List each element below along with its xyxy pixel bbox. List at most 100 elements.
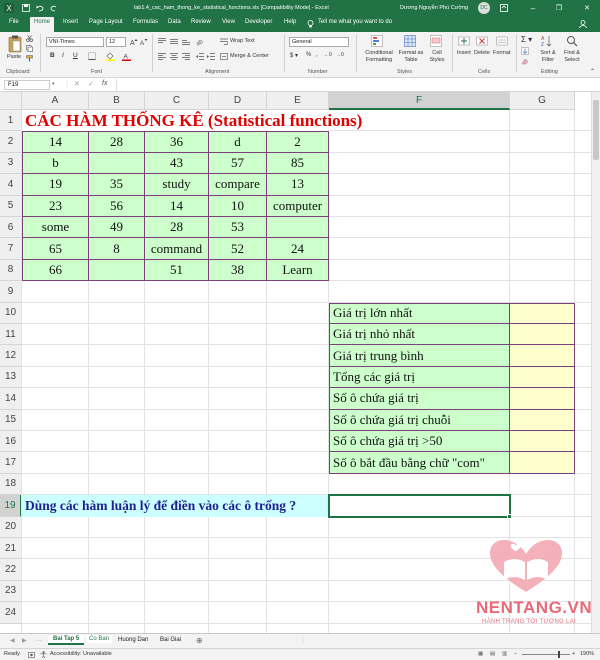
macro-record-icon[interactable]	[28, 652, 35, 658]
decrease-decimal-icon[interactable]: →0	[336, 52, 344, 58]
data-cell[interactable]	[267, 217, 329, 239]
row-header-11[interactable]: 11	[0, 324, 22, 346]
data-cell[interactable]: 43	[145, 152, 209, 175]
sort-filter-button[interactable]: Sort & Filter	[537, 50, 559, 64]
cut-icon[interactable]	[26, 35, 33, 42]
select-all-corner[interactable]	[0, 92, 22, 110]
format-button[interactable]: Format	[493, 50, 510, 56]
data-cell[interactable]: 8	[89, 238, 145, 260]
data-cell[interactable]: 13	[267, 174, 329, 196]
tab-help[interactable]: Help	[284, 19, 296, 25]
tab-page-layout[interactable]: Page Layout	[89, 19, 123, 25]
stat-answer-cell[interactable]	[510, 324, 575, 346]
sheet-tab-co-ban[interactable]: Co Ban	[86, 635, 113, 643]
minimize-button[interactable]: –	[522, 0, 544, 16]
align-bottom-icon[interactable]	[182, 38, 190, 45]
data-cell[interactable]: 51	[145, 259, 209, 282]
format-as-table-button[interactable]: Format as Table	[397, 50, 425, 64]
column-header-d[interactable]: D	[209, 92, 267, 110]
comma-style-icon[interactable]: ,	[316, 52, 318, 58]
font-color-icon[interactable]: A	[122, 52, 131, 61]
data-cell[interactable]: computer	[267, 195, 329, 217]
sheet-title[interactable]: CÁC HÀM THỐNG KÊ (Statistical functions)	[22, 110, 362, 132]
zoom-level[interactable]: 190%	[580, 651, 594, 657]
tab-developer[interactable]: Developer	[245, 19, 272, 25]
fill-color-icon[interactable]	[106, 52, 115, 61]
data-cell[interactable]: 19	[22, 174, 89, 196]
stat-answer-cell[interactable]	[510, 366, 575, 389]
increase-indent-icon[interactable]	[207, 53, 215, 60]
data-cell[interactable]: 24	[267, 238, 329, 260]
wrap-text-icon[interactable]	[220, 38, 228, 45]
data-cell[interactable]: study	[145, 174, 209, 196]
sheet-tab-bai-giai[interactable]: Bai Giai	[160, 637, 181, 643]
stat-answer-cell[interactable]	[510, 409, 575, 431]
tab-insert[interactable]: Insert	[63, 19, 78, 25]
borders-icon[interactable]	[88, 52, 96, 60]
data-cell[interactable]: 85	[267, 152, 329, 175]
conditional-formatting-icon[interactable]	[371, 35, 383, 47]
stat-answer-cell[interactable]	[510, 302, 575, 324]
find-select-icon[interactable]	[566, 35, 578, 47]
page-layout-view-icon[interactable]: ▤	[490, 651, 495, 657]
confirm-entry-icon[interactable]: ✓	[88, 80, 94, 88]
restore-button[interactable]: ❐	[548, 0, 570, 16]
row-header-22[interactable]: 22	[0, 559, 22, 581]
scroll-thumb[interactable]	[593, 100, 599, 160]
underline-button[interactable]: U	[73, 52, 78, 59]
clear-icon[interactable]	[521, 58, 529, 65]
delete-cells-icon[interactable]	[476, 35, 488, 47]
column-header-e[interactable]: E	[267, 92, 329, 110]
stat-label[interactable]: Số ô bắt đầu bằng chữ "com"	[329, 452, 510, 474]
stat-answer-cell[interactable]	[510, 431, 575, 453]
column-header-g[interactable]: G	[510, 92, 575, 110]
row-header-2[interactable]: 2	[0, 131, 22, 153]
sheet-tab-huong-dan[interactable]: Huong Dan	[118, 637, 148, 643]
merge-center-icon[interactable]	[220, 53, 228, 60]
selected-cell-f19[interactable]	[328, 494, 511, 518]
row-header-16[interactable]: 16	[0, 431, 22, 453]
stat-label[interactable]: Giá trị lớn nhất	[329, 302, 510, 324]
stat-answer-cell[interactable]	[510, 388, 575, 410]
fill-icon[interactable]	[521, 47, 529, 55]
tab-home[interactable]: Home	[30, 17, 55, 32]
sort-filter-icon[interactable]: AZ	[541, 35, 553, 47]
align-top-icon[interactable]	[158, 38, 166, 45]
autosum-icon[interactable]: Σ ▾	[521, 35, 532, 44]
paste-icon[interactable]	[8, 35, 22, 53]
align-middle-icon[interactable]	[170, 38, 178, 45]
grow-font-icon[interactable]: A	[130, 38, 138, 46]
data-cell[interactable]: 35	[89, 174, 145, 196]
italic-button[interactable]: I	[62, 52, 64, 59]
row-header-5[interactable]: 5	[0, 195, 22, 217]
row-header-23[interactable]: 23	[0, 580, 22, 603]
column-header-b[interactable]: B	[89, 92, 145, 110]
name-box[interactable]: F19	[4, 80, 50, 90]
row-header-21[interactable]: 21	[0, 538, 22, 560]
align-right-icon[interactable]	[182, 53, 190, 60]
row-header-13[interactable]: 13	[0, 366, 22, 389]
row-header-17[interactable]: 17	[0, 452, 22, 474]
data-cell[interactable]	[89, 152, 145, 175]
wrap-text-button[interactable]: Wrap Text	[230, 38, 255, 44]
data-cell[interactable]: 56	[89, 195, 145, 217]
shrink-font-icon[interactable]: A	[140, 38, 148, 46]
data-cell[interactable]: 66	[22, 259, 89, 282]
insert-function-icon[interactable]: fx	[102, 80, 107, 87]
find-select-button[interactable]: Find & Select	[560, 50, 584, 64]
tab-formulas[interactable]: Formulas	[133, 19, 158, 25]
formula-input[interactable]	[116, 79, 596, 91]
next-sheet-icon[interactable]: ▶	[22, 637, 27, 644]
tab-file[interactable]: File	[9, 19, 19, 25]
data-cell[interactable]: compare	[209, 174, 267, 196]
row-header-1[interactable]: 1	[0, 110, 22, 132]
zoom-slider-thumb[interactable]	[558, 651, 560, 658]
decrease-indent-icon[interactable]	[196, 53, 204, 60]
stat-answer-cell[interactable]	[510, 452, 575, 474]
column-header-c[interactable]: C	[145, 92, 209, 110]
row-header-12[interactable]: 12	[0, 345, 22, 367]
format-cells-icon[interactable]	[496, 35, 508, 47]
status-accessibility[interactable]: Accessibility: Unavailable	[50, 651, 112, 657]
align-center-icon[interactable]	[170, 53, 178, 60]
page-break-view-icon[interactable]: ▥	[502, 651, 507, 657]
